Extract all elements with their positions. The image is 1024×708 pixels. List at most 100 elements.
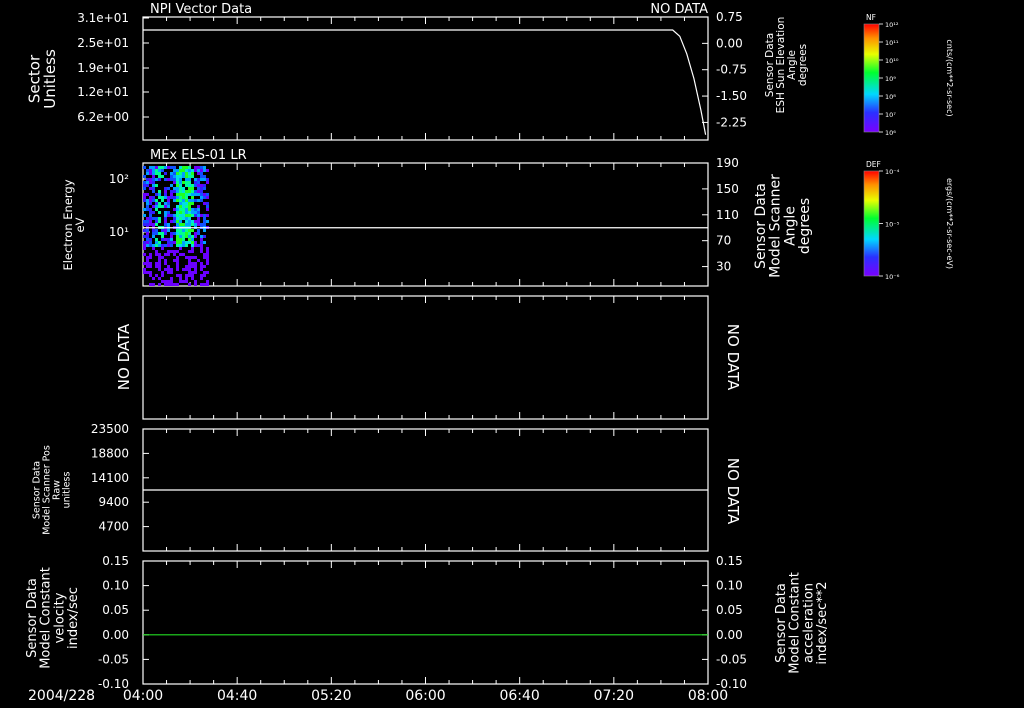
spectrogram-cell [146,265,149,268]
spectrogram-cell [185,193,188,196]
spectrogram-cell [170,175,173,178]
spectrogram-cell [185,169,188,172]
spectrogram-cell [176,223,179,226]
spectrogram-cell [185,265,188,268]
spectrogram-cell [206,283,209,286]
spectrogram-cell [179,235,182,238]
spectrogram-cell [197,166,200,169]
spectrogram-cell [179,193,182,196]
spectrogram-cell [161,271,164,274]
spectrogram-cell [188,208,191,211]
spectrogram-cell [152,211,155,214]
spectrogram-cell [152,235,155,238]
spectrogram-cell [155,274,158,277]
spectrogram-cell [197,220,200,223]
spectrogram-cell [203,253,206,256]
spectrogram-cell [203,217,206,220]
spectrogram-cell [197,259,200,262]
spectrogram-cell [182,175,185,178]
spectrogram-cell [185,220,188,223]
spectrogram-cell [170,235,173,238]
spectrogram-cell [188,184,191,187]
spectrogram-cell [158,178,161,181]
spectrogram-cell [200,244,203,247]
colorbar-2-units-text: ergs/(cm**2-sr-sec-eV) [945,178,954,269]
spectrogram-cell [179,181,182,184]
spectrogram-cell [146,271,149,274]
spectrogram-cell [182,166,185,169]
spectrogram-cell [146,184,149,187]
spectrogram-cell [179,196,182,199]
spectrogram-cell [164,229,167,232]
spectrogram-cell [194,241,197,244]
spectrogram-cell [149,211,152,214]
spectrogram-cell [203,271,206,274]
spectrogram-cell [146,232,149,235]
spectrogram-cell [176,217,179,220]
spectrogram-cell [155,244,158,247]
spectrogram-cell [158,253,161,256]
spectrogram-cell [179,199,182,202]
spectrogram-cell [200,277,203,280]
spectrogram-cell [191,202,194,205]
spectrogram-cell [149,169,152,172]
time-tick-label: 06:00 [405,688,445,704]
spectrogram-cell [200,169,203,172]
spectrogram-cell [149,262,152,265]
spectrogram-cell [185,172,188,175]
spectrogram-cell [158,217,161,220]
spectrogram-cell [170,238,173,241]
spectrogram-cell [206,169,209,172]
spectrogram-cell [155,193,158,196]
spectrogram-cell [164,187,167,190]
y-tick-label-left: 6.2e+00 [77,110,129,124]
spectrogram-cell [170,280,173,283]
spectrogram-cell [188,265,191,268]
spectrogram-cell [155,241,158,244]
panel-2-ylabel-left: Electron EnergyeV [61,179,87,270]
spectrogram-cell [152,196,155,199]
spectrogram-cell [206,247,209,250]
spectrogram-cell [155,208,158,211]
colorbar-tick-label: 10¹⁰ [885,57,899,65]
spectrogram-cell [185,223,188,226]
y-tick-label-right: 150 [716,182,739,196]
spectrogram-cell [152,223,155,226]
spectrogram-cell [176,208,179,211]
spectrogram-cell [149,187,152,190]
spectrogram-cell [143,199,146,202]
spectrogram-cell [200,265,203,268]
spectrogram-cell [143,220,146,223]
spectrogram-cell [197,184,200,187]
y-tick-label-left: 0.10 [102,579,129,593]
spectrogram-cell [152,229,155,232]
spectrogram-cell [164,205,167,208]
spectrogram-cell [149,172,152,175]
spectrogram-cell [176,199,179,202]
panel-2-ylabel-right-line: Model Scanner [768,174,784,278]
spectrogram-cell [143,253,146,256]
spectrogram-cell [203,274,206,277]
panel-2-ylabel-right-line: Sensor Data [753,183,769,269]
spectrogram-cell [164,193,167,196]
spectrogram-cell [173,172,176,175]
colorbar-tick-label: 10⁶ [885,129,896,137]
spectrogram-cell [194,193,197,196]
spectrogram-cell [155,199,158,202]
spectrogram-cell [173,217,176,220]
spectrogram-cell [167,166,170,169]
panel-3-tick-marks [142,296,709,419]
spectrogram-cell [149,253,152,256]
spectrogram-cell [164,253,167,256]
spectrogram-cell [182,280,185,283]
time-tick-label: 07:20 [594,688,634,704]
spectrogram-cell [152,277,155,280]
spectrogram-cell [197,208,200,211]
spectrogram-cell [194,271,197,274]
spectrogram-cell [185,232,188,235]
spectrogram-cell [176,235,179,238]
panel-2-ylabel-right-line: Angle [782,206,798,246]
spectrogram-cell [179,172,182,175]
spectrogram-cell [152,172,155,175]
spectrogram-cell [152,244,155,247]
